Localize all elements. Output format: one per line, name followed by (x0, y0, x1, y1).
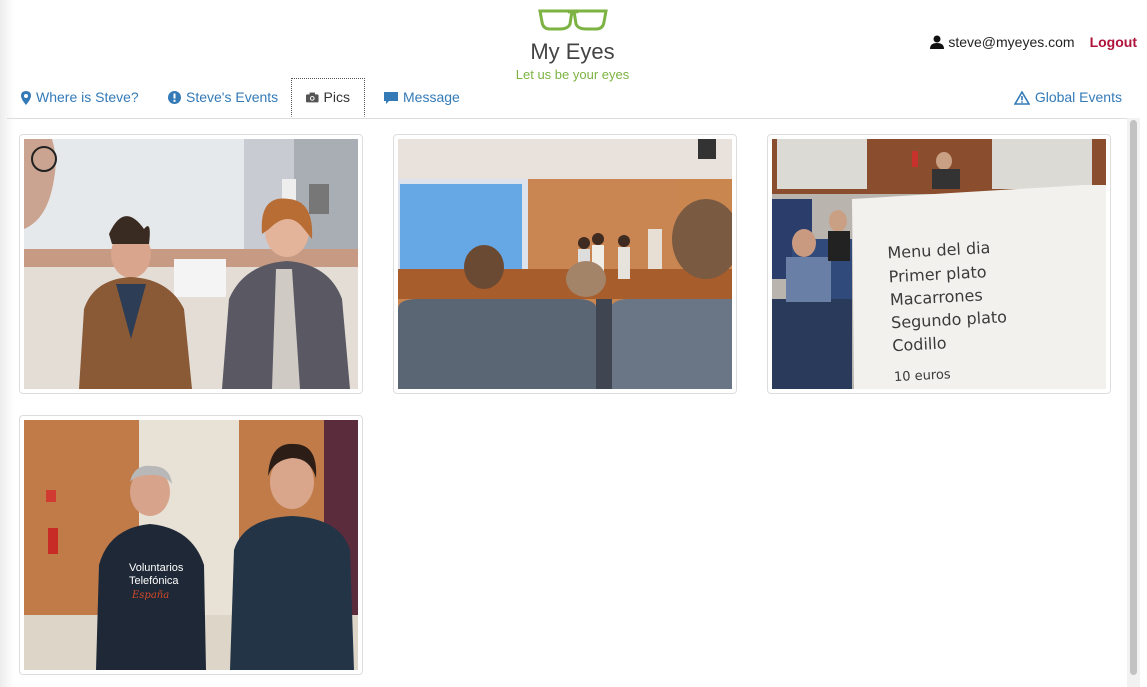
tab-pics-label: Pics (323, 89, 350, 105)
camera-icon (306, 92, 319, 103)
logo[interactable]: My Eyes Let us be your eyes (505, 6, 640, 82)
photo-menu-note: Menu del dia Primer plato Macarrones Seg… (772, 139, 1106, 389)
tab-message[interactable]: Message (384, 78, 460, 117)
user-icon (930, 35, 945, 49)
tab-where-label: Where is Steve? (36, 89, 139, 105)
photo-volunteers: Voluntarios Telefónica España (24, 420, 358, 670)
photo-hallway-portrait (24, 139, 358, 389)
tab-steves-events[interactable]: Steve's Events (168, 78, 278, 117)
glasses-icon (537, 9, 608, 31)
warning-triangle-icon (1013, 90, 1030, 105)
sweater-line-1: Voluntarios (129, 562, 184, 574)
nav-tabs: Where is Steve? Steve's Events Pics Mess… (7, 78, 1137, 119)
photo-thumbnail[interactable]: Menu del dia Primer plato Macarrones Seg… (767, 134, 1111, 394)
user-menu: steve@myeyes.com Logout (930, 34, 1137, 50)
photo-thumbnail[interactable] (393, 134, 737, 394)
photo-thumbnail[interactable]: Voluntarios Telefónica España (19, 415, 363, 675)
tab-message-label: Message (403, 89, 460, 105)
exclamation-circle-icon (168, 91, 181, 104)
comment-icon (384, 91, 398, 104)
note-line-6: 10 euros (894, 367, 952, 385)
tab-where-is-steve[interactable]: Where is Steve? (21, 78, 139, 117)
photo-conference-room (398, 139, 732, 389)
user-email: steve@myeyes.com (948, 34, 1075, 50)
brand-name: My Eyes (530, 39, 615, 64)
logout-link[interactable]: Logout (1090, 34, 1137, 50)
tab-global-events[interactable]: Global Events (1013, 78, 1122, 117)
tab-global-label: Global Events (1034, 89, 1122, 105)
sweater-line-3: España (131, 590, 169, 601)
sweater-line-2: Telefónica (129, 575, 179, 587)
tab-pics[interactable]: Pics (291, 78, 365, 117)
scrollbar-thumb[interactable] (1130, 120, 1137, 675)
scrollbar[interactable] (1127, 118, 1140, 687)
photo-thumbnail[interactable] (19, 134, 363, 394)
note-line-5: Codillo (892, 333, 947, 355)
tab-events-label: Steve's Events (186, 89, 279, 105)
map-marker-icon (21, 90, 31, 105)
